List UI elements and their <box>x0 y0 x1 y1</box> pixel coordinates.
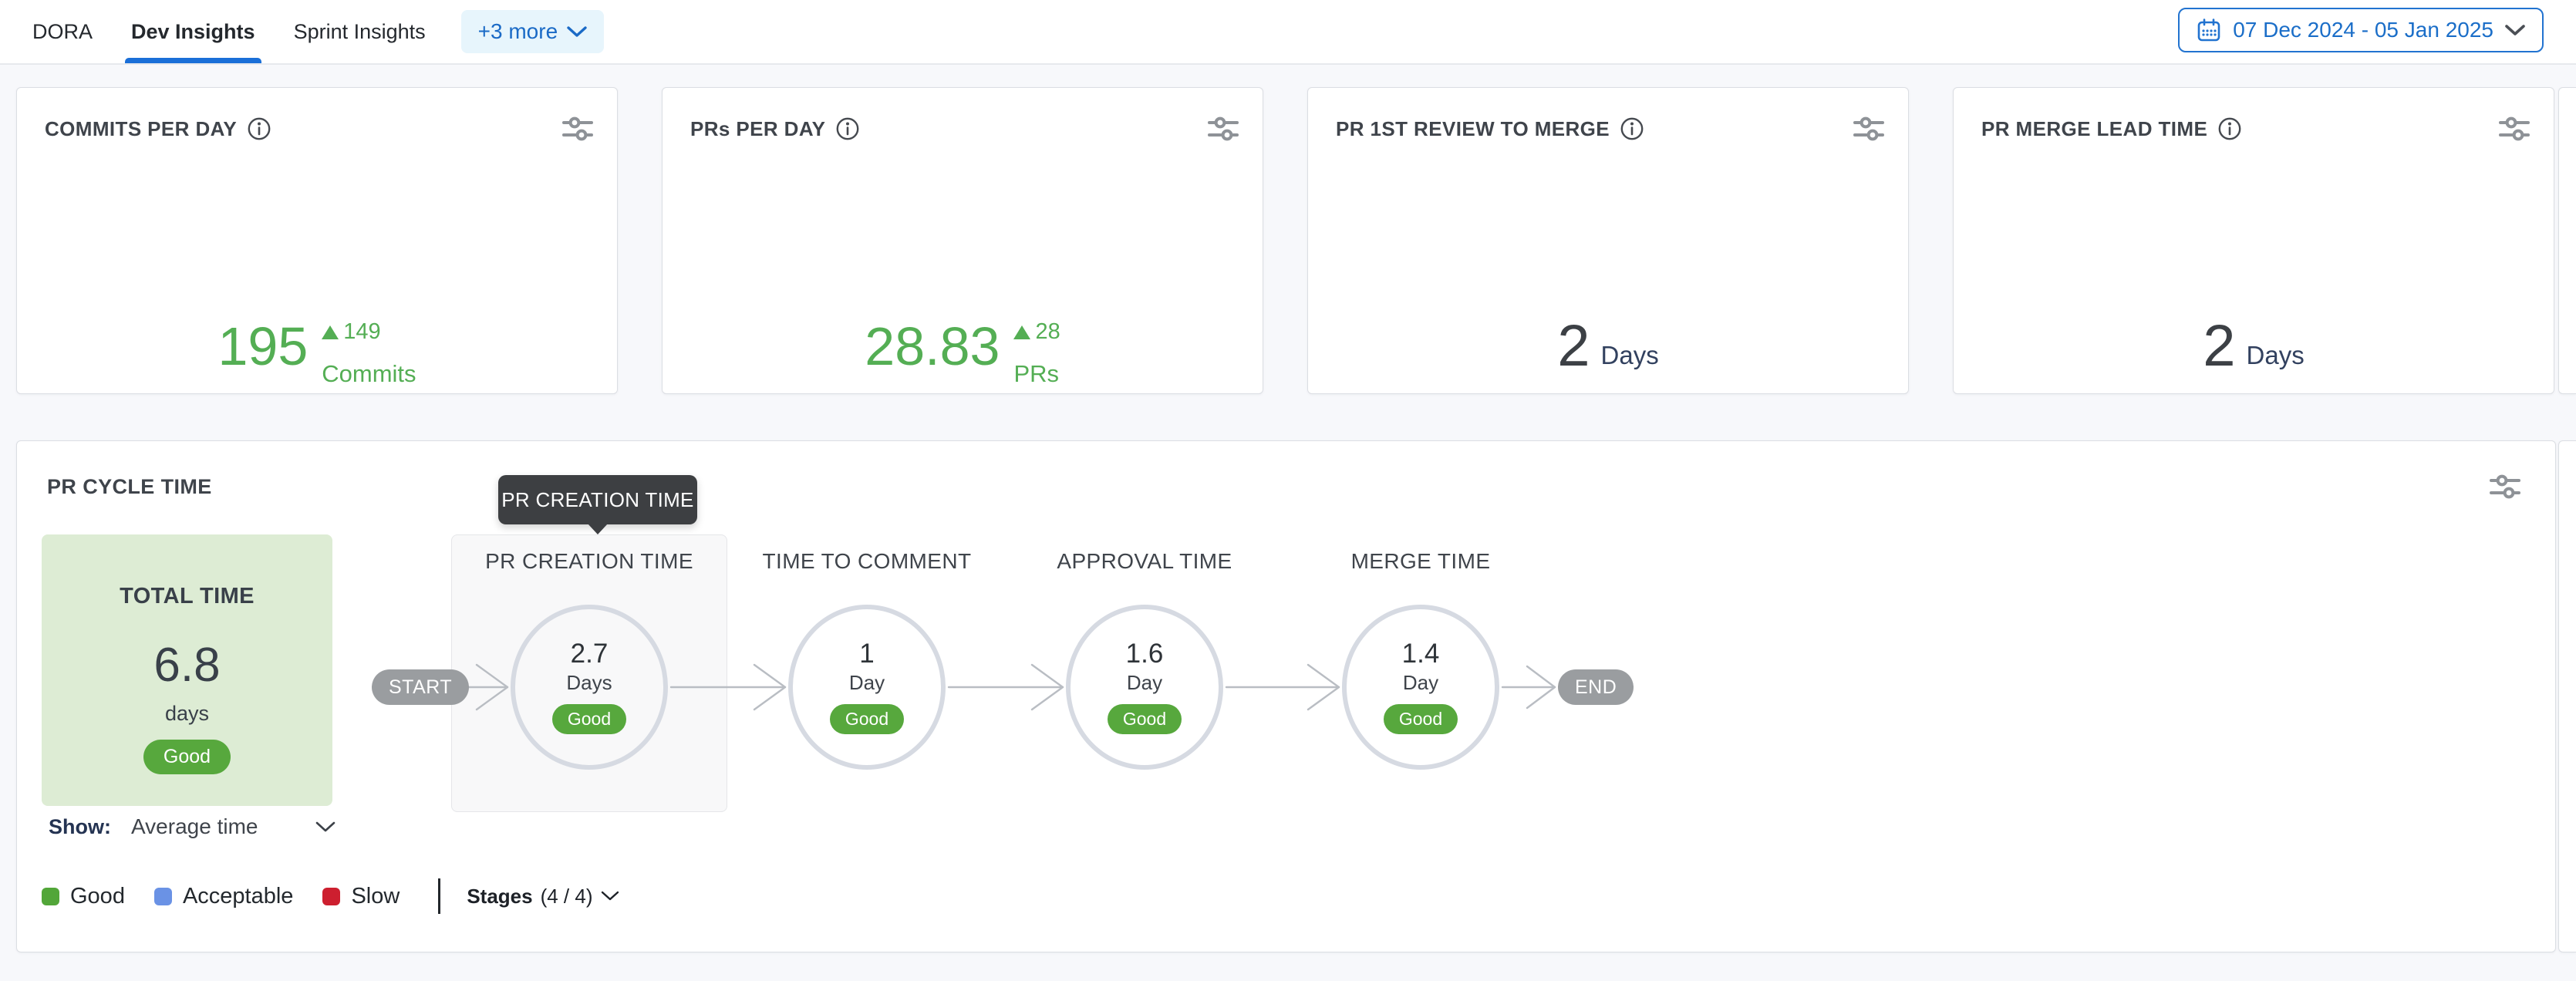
more-tabs-dropdown[interactable]: +3 more <box>461 10 605 53</box>
card-title: PRs PER DAY <box>690 117 825 141</box>
chevron-down-icon <box>601 891 619 902</box>
end-pill: END <box>1558 669 1634 705</box>
stage-node-pr-creation-time[interactable]: 2.7 Days Good <box>511 605 668 770</box>
stage-node-time-to-comment[interactable]: 1 Day Good <box>788 605 946 770</box>
metric-value-group: 28.83 28 PRs <box>865 319 1060 386</box>
metric-card-pr-first-review-to-merge: PR 1ST REVIEW TO MERGE 2 Days <box>1307 87 1909 394</box>
metric-card-pr-merge-lead-time: PR MERGE LEAD TIME 2 Days <box>1953 87 2554 394</box>
info-icon[interactable] <box>835 116 861 142</box>
stage-title-approval-time: APPROVAL TIME <box>1057 549 1232 574</box>
legend-divider <box>438 878 440 914</box>
info-icon[interactable] <box>246 116 272 142</box>
card-title: PR 1ST REVIEW TO MERGE <box>1336 117 1610 141</box>
info-icon[interactable] <box>1619 116 1645 142</box>
stage-value: 1 <box>859 640 874 669</box>
chevron-down-icon <box>567 26 587 38</box>
stage-unit: Day <box>1403 671 1438 695</box>
metric-unit: Days <box>2247 341 2305 370</box>
metric-unit: Days <box>1601 341 1659 370</box>
date-range-label: 07 Dec 2024 - 05 Jan 2025 <box>2233 18 2493 42</box>
card-settings-icon[interactable] <box>1207 114 1239 143</box>
metric-card-commits-per-day: COMMITS PER DAY 195 149 Commits <box>16 87 618 394</box>
metric-unit: Commits <box>322 362 416 386</box>
card-settings-icon[interactable] <box>561 114 594 143</box>
date-range-picker[interactable]: 07 Dec 2024 - 05 Jan 2025 <box>2178 8 2544 52</box>
metric-value-group: 2 Days <box>2203 319 2304 373</box>
legend-item-good: Good <box>42 884 125 909</box>
stage-tooltip-label: PR CREATION TIME <box>501 488 693 512</box>
start-pill: START <box>372 669 469 705</box>
start-label: START <box>389 676 452 699</box>
legend-swatch-slow <box>322 888 340 905</box>
legend-swatch-good <box>42 888 59 905</box>
metric-value: 28.83 <box>865 319 1000 373</box>
tab-dora[interactable]: DORA <box>29 0 96 63</box>
stages-filter-label: Stages <box>467 885 532 909</box>
status-badge: Good <box>1108 704 1182 734</box>
tab-sprint-insights-label: Sprint Insights <box>294 20 426 44</box>
stage-unit: Day <box>849 671 885 695</box>
tab-dora-label: DORA <box>32 20 93 44</box>
metric-value-group: 2 Days <box>1557 319 1658 373</box>
stage-node-merge-time[interactable]: 1.4 Day Good <box>1342 605 1499 770</box>
stage-title-pr-creation-time: PR CREATION TIME <box>485 549 693 574</box>
status-badge: Good <box>1384 704 1458 734</box>
metric-delta: 28 <box>1035 321 1060 343</box>
legend-item-slow: Slow <box>322 884 400 909</box>
tooltip-arrow <box>588 524 608 534</box>
partial-next-card <box>2558 87 2576 394</box>
tab-sprint-insights[interactable]: Sprint Insights <box>291 0 429 63</box>
delta-up-icon <box>1013 325 1030 339</box>
metric-value: 2 <box>1557 319 1590 373</box>
metric-value: 195 <box>217 319 308 373</box>
stages-filter-count: (4 / 4) <box>541 885 593 909</box>
metric-card-prs-per-day: PRs PER DAY 28.83 28 PRs <box>662 87 1263 394</box>
stage-unit: Day <box>1127 671 1162 695</box>
more-tabs-label: +3 more <box>478 19 558 44</box>
pr-cycle-time-panel: PR CYCLE TIME TOTAL TIME 6.8 days Good S… <box>16 440 2556 952</box>
card-title: PR MERGE LEAD TIME <box>1981 117 2207 141</box>
stage-value: 2.7 <box>571 640 609 669</box>
tab-dev-insights[interactable]: Dev Insights <box>128 0 258 63</box>
stage-unit: Days <box>566 671 612 695</box>
dashboard-tabs: DORA Dev Insights Sprint Insights +3 mor… <box>0 0 604 63</box>
chevron-down-icon <box>2505 25 2525 36</box>
legend: Good Acceptable Slow Stages (4 / 4) <box>42 878 619 915</box>
info-icon[interactable] <box>2217 116 2243 142</box>
status-badge: Good <box>552 704 626 734</box>
top-navigation-bar: DORA Dev Insights Sprint Insights +3 mor… <box>0 0 2576 65</box>
legend-swatch-acceptable <box>154 888 172 905</box>
legend-label: Good <box>70 884 125 909</box>
stage-value: 1.4 <box>1402 640 1440 669</box>
metric-unit: PRs <box>1013 362 1060 386</box>
tab-dev-insights-label: Dev Insights <box>131 20 255 44</box>
legend-item-acceptable: Acceptable <box>154 884 294 909</box>
stage-tooltip: PR CREATION TIME <box>498 475 697 524</box>
metric-delta: 149 <box>343 321 380 343</box>
legend-label: Slow <box>351 884 400 909</box>
stages-filter-dropdown[interactable]: Stages (4 / 4) <box>467 885 619 909</box>
delta-up-icon <box>322 325 339 339</box>
stage-title-merge-time: MERGE TIME <box>1351 549 1491 574</box>
card-title: COMMITS PER DAY <box>45 117 237 141</box>
metric-value: 2 <box>2203 319 2235 373</box>
calendar-icon <box>2197 18 2221 42</box>
legend-label: Acceptable <box>183 884 294 909</box>
card-settings-icon[interactable] <box>2498 114 2530 143</box>
stage-value: 1.6 <box>1126 640 1164 669</box>
end-label: END <box>1575 676 1617 699</box>
stage-title-time-to-comment: TIME TO COMMENT <box>763 549 972 574</box>
card-settings-icon[interactable] <box>1853 114 1885 143</box>
partial-next-panel <box>2558 440 2576 952</box>
status-badge: Good <box>830 704 904 734</box>
metric-cards-row: COMMITS PER DAY 195 149 Commits <box>16 87 2554 394</box>
stage-node-approval-time[interactable]: 1.6 Day Good <box>1066 605 1223 770</box>
metric-value-group: 195 149 Commits <box>217 319 416 386</box>
